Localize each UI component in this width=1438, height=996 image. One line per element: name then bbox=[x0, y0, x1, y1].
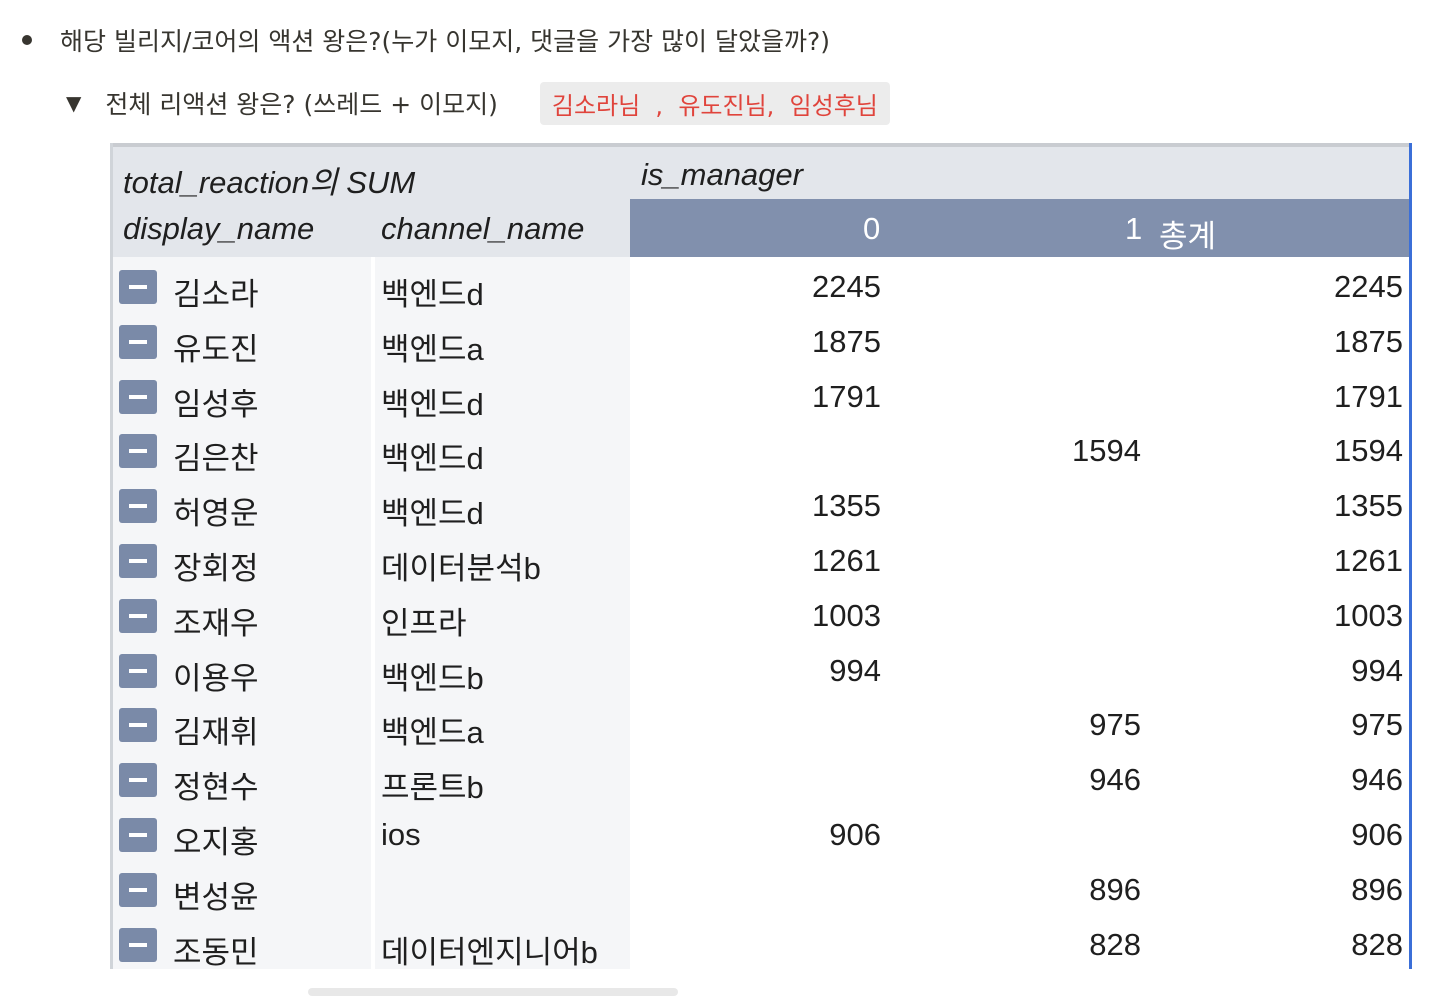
bullet-text: 해당 빌리지/코어의 액션 왕은?(누가 이모지, 댓글을 가장 많이 달았을까… bbox=[60, 27, 830, 56]
row-field-channel-name: channel_name bbox=[381, 211, 585, 246]
value-manager-0-cell: 1003 bbox=[812, 597, 881, 633]
display-name-cell: 허영운 bbox=[173, 496, 259, 532]
value-total-cell: 1003 bbox=[1334, 597, 1403, 633]
value-manager-1-cell: 946 bbox=[1089, 762, 1141, 798]
value-total-cell: 828 bbox=[1351, 926, 1403, 962]
value-manager-0-cell: 994 bbox=[829, 652, 881, 688]
bullet-item: 해당 빌리지/코어의 액션 왕은?(누가 이모지, 댓글을 가장 많이 달았을까… bbox=[18, 18, 830, 62]
pivot-table-image: total_reaction의 SUM is_manager display_n… bbox=[110, 143, 1412, 969]
table-row: 임성후 백엔드d 1791 1791 bbox=[113, 369, 1409, 424]
measure-label: total_reaction의 SUM bbox=[123, 165, 416, 200]
table-row: 이용우 백엔드b 994 994 bbox=[113, 643, 1409, 698]
collapse-minus-icon[interactable] bbox=[119, 927, 157, 962]
collapse-minus-icon[interactable] bbox=[119, 270, 157, 304]
display-name-cell: 김재휘 bbox=[173, 715, 259, 751]
channel-name-cell: 인프라 bbox=[381, 605, 467, 641]
collapse-minus-icon[interactable] bbox=[119, 763, 157, 798]
value-manager-0-cell: 1791 bbox=[812, 378, 881, 414]
channel-name-cell: 데이터엔지니어b bbox=[381, 934, 598, 969]
collapse-minus-icon[interactable] bbox=[119, 489, 157, 524]
collapse-minus-icon[interactable] bbox=[119, 434, 157, 469]
table-row: 김소라 백엔드d 2245 2245 bbox=[113, 259, 1409, 314]
column-field-label: is_manager bbox=[641, 157, 803, 192]
value-total-cell: 1875 bbox=[1334, 323, 1403, 359]
value-manager-1-cell: 975 bbox=[1089, 707, 1141, 743]
value-manager-0-cell: 2245 bbox=[812, 269, 881, 304]
collapse-minus-icon[interactable] bbox=[119, 708, 157, 743]
channel-name-cell: 백엔드d bbox=[381, 277, 484, 312]
collapse-minus-icon[interactable] bbox=[119, 653, 157, 688]
value-total-cell: 906 bbox=[1351, 817, 1403, 852]
column-header-1: 1 bbox=[1125, 211, 1143, 246]
collapse-minus-icon[interactable] bbox=[119, 872, 157, 907]
display-name-cell: 오지홍 bbox=[173, 825, 259, 860]
channel-name-cell: 백엔드d bbox=[381, 496, 484, 532]
display-name-cell: 변성윤 bbox=[173, 879, 259, 915]
channel-name-cell: 백엔드d bbox=[381, 441, 484, 477]
channel-name-cell: 백엔드a bbox=[381, 715, 484, 751]
channel-name-cell: ios bbox=[381, 817, 421, 852]
value-total-cell: 1594 bbox=[1334, 433, 1403, 469]
value-total-cell: 994 bbox=[1351, 652, 1403, 688]
channel-name-cell: 데이터분석b bbox=[381, 551, 541, 586]
value-total-cell: 975 bbox=[1351, 707, 1403, 743]
value-total-cell: 1261 bbox=[1334, 543, 1403, 578]
table-row: 조동민 데이터엔지니어b 828 828 bbox=[113, 917, 1409, 969]
table-row: 오지홍 ios 906 906 bbox=[113, 807, 1409, 862]
table-row: 김은찬 백엔드d 1594 1594 bbox=[113, 423, 1409, 478]
value-total-cell: 1355 bbox=[1334, 488, 1403, 524]
pivot-column-header-band bbox=[630, 199, 1409, 257]
value-total-cell: 896 bbox=[1351, 871, 1403, 907]
value-manager-0-cell: 906 bbox=[829, 817, 881, 852]
collapse-minus-icon[interactable] bbox=[119, 324, 157, 359]
table-row: 장회정 데이터분석b 1261 1261 bbox=[113, 533, 1409, 588]
collapse-minus-icon[interactable] bbox=[119, 818, 157, 852]
table-row: 김재휘 백엔드a 975 975 bbox=[113, 697, 1409, 752]
channel-name-cell: 백엔드d bbox=[381, 386, 484, 422]
toggle-block[interactable]: ▼ 전체 리액션 왕은? (쓰레드 + 이모지) 김소라님 , 유도진님, 임성… bbox=[66, 80, 890, 126]
value-manager-0-cell: 1261 bbox=[812, 543, 881, 578]
channel-name-cell: 프론트b bbox=[381, 770, 484, 806]
bullet-dot-icon bbox=[22, 35, 32, 45]
display-name-cell: 정현수 bbox=[173, 770, 259, 806]
value-manager-1-cell: 1594 bbox=[1072, 433, 1141, 469]
toggle-triangle-icon[interactable]: ▼ bbox=[66, 91, 81, 115]
value-total-cell: 946 bbox=[1351, 762, 1403, 798]
table-row: 허영운 백엔드d 1355 1355 bbox=[113, 478, 1409, 533]
toggle-text: 전체 리액션 왕은? (쓰레드 + 이모지) bbox=[105, 90, 498, 119]
value-manager-1-cell: 896 bbox=[1089, 871, 1141, 907]
display-name-cell: 김소라 bbox=[173, 277, 259, 312]
display-name-cell: 이용우 bbox=[173, 660, 259, 696]
collapse-minus-icon[interactable] bbox=[119, 379, 157, 414]
row-field-display-name: display_name bbox=[123, 211, 315, 246]
table-row: 변성윤 896 896 bbox=[113, 862, 1409, 917]
next-block-stub bbox=[308, 988, 678, 996]
table-row: 조재우 인프라 1003 1003 bbox=[113, 588, 1409, 643]
highlighted-answer: 김소라님 , 유도진님, 임성후님 bbox=[539, 81, 890, 125]
column-header-0: 0 bbox=[863, 211, 881, 246]
channel-name-cell: 백엔드b bbox=[381, 660, 484, 696]
value-total-cell: 2245 bbox=[1334, 269, 1403, 304]
display-name-cell: 조재우 bbox=[173, 605, 259, 641]
value-manager-0-cell: 1875 bbox=[812, 323, 881, 359]
display-name-cell: 유도진 bbox=[173, 331, 259, 367]
channel-name-cell: 백엔드a bbox=[381, 331, 484, 367]
value-total-cell: 1791 bbox=[1334, 378, 1403, 414]
display-name-cell: 임성후 bbox=[173, 386, 259, 422]
column-header-total: 총계 bbox=[1159, 219, 1217, 254]
display-name-cell: 조동민 bbox=[173, 934, 259, 969]
value-manager-1-cell: 828 bbox=[1089, 926, 1141, 962]
collapse-minus-icon[interactable] bbox=[119, 598, 157, 633]
table-row: 유도진 백엔드a 1875 1875 bbox=[113, 314, 1409, 369]
table-row: 정현수 프론트b 946 946 bbox=[113, 752, 1409, 807]
value-manager-0-cell: 1355 bbox=[812, 488, 881, 524]
display-name-cell: 김은찬 bbox=[173, 441, 259, 477]
collapse-minus-icon[interactable] bbox=[119, 544, 157, 578]
display-name-cell: 장회정 bbox=[173, 551, 259, 586]
